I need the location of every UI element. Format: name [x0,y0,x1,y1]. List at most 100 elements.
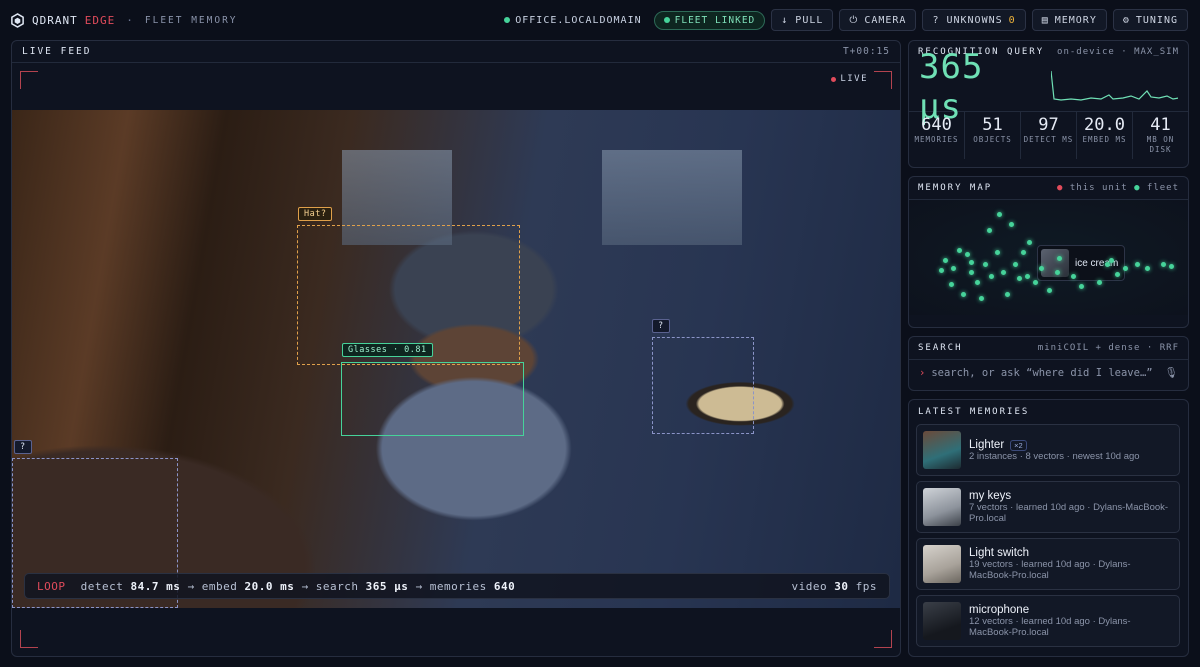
recognition-query-panel: RECOGNITION QUERY on-device · MAX_SIM 365… [908,40,1189,168]
memory-point[interactable] [1005,292,1010,297]
latency-display: 365 µs [909,47,1188,127]
memory-meta: 2 instances · 8 vectors · newest 10d ago [969,450,1140,462]
memory-point[interactable] [1169,264,1174,269]
memory-point[interactable] [1001,270,1006,275]
latest-memories-title: LATEST MEMORIES [918,407,1030,417]
memory-point[interactable] [939,268,944,273]
legend-fleet: fleet [1146,183,1179,193]
unknowns-button[interactable]: ? UNKNOWNS 0 [922,9,1026,31]
memory-point[interactable] [997,212,1002,217]
arrow: → [301,579,309,593]
fps-value: 30 [834,579,849,593]
pull-label: ↓ PULL [781,14,824,26]
memory-name: Lighter [969,438,1005,451]
qdrant-logo-icon [11,12,24,28]
memory-button[interactable]: ▤ MEMORY [1031,9,1107,31]
memory-point[interactable] [989,274,994,279]
memory-point[interactable] [1055,270,1060,275]
memory-point[interactable] [995,250,1000,255]
memory-point[interactable] [949,282,954,287]
microphone-icon[interactable]: 🎙 [1165,366,1178,379]
memory-item[interactable]: Light switch 19 vectors · learned 10d ag… [916,538,1180,590]
memory-thumbnail [923,431,961,469]
detect-label: detect [80,579,124,593]
live-feed-panel: LIVE FEED T+00:15 LIVE Hat? Glasses · 0.… [11,40,901,657]
brand-separator: · [126,13,134,27]
arrow: → [187,579,195,593]
memory-point[interactable] [961,292,966,297]
memory-point[interactable] [965,252,970,257]
fleet-label: FLEET LINKED [674,14,756,26]
memory-point[interactable] [1047,288,1052,293]
clock-detection-box[interactable] [652,337,754,434]
memory-point[interactable] [1057,256,1062,261]
video-fps: video 30 fps [792,580,878,593]
clock-tag: ? [652,319,670,333]
memory-thumbnail [923,488,961,526]
memory-point[interactable] [1109,258,1114,263]
live-indicator: LIVE [831,74,868,84]
memory-point[interactable] [1145,266,1150,271]
memory-item[interactable]: Lighter ×2 2 instances · 8 vectors · newe… [916,424,1180,476]
tuning-button[interactable]: ⚙ TUNING [1112,9,1188,31]
memory-point[interactable] [1027,240,1032,245]
memory-point[interactable] [943,258,948,263]
memory-point[interactable] [1017,276,1022,281]
memory-point[interactable] [987,228,992,233]
memory-point[interactable] [969,270,974,275]
loop-stats-bar: LOOP detect 84.7 ms → embed 20.0 ms → se… [24,573,890,599]
search-meta: miniCOIL + dense · RRF [1037,343,1179,353]
memory-point[interactable] [1135,262,1140,267]
memory-map-canvas[interactable]: ice cream [909,199,1188,315]
search-placeholder: search, or ask “where did I leave…” [931,366,1153,379]
memory-meta: 7 vectors · learned 10d ago · Dylans-Mac… [969,502,1169,524]
search-input[interactable]: › search, or ask “where did I leave…” 🎙 [909,359,1188,385]
camera-button[interactable]: ⏻ CAMERA [839,9,917,31]
latest-memories-panel: LATEST MEMORIES Lighter ×2 2 instances · … [908,399,1189,657]
memory-point[interactable] [1123,266,1128,271]
prompt-caret-icon: › [919,366,926,379]
memory-point[interactable] [1009,222,1014,227]
memory-item[interactable]: microphone 12 vectors · learned 10d ago … [916,595,1180,647]
stat-disk: 41 MB ON DISK [1133,112,1188,159]
pull-button[interactable]: ↓ PULL [771,9,834,31]
memory-map-panel: MEMORY MAP ● this unit ● fleet ice cream [908,176,1189,328]
memory-point[interactable] [1033,280,1038,285]
memory-point[interactable] [1025,274,1030,279]
memory-point[interactable] [1115,272,1120,277]
fleet-linked-badge[interactable]: FLEET LINKED [653,10,766,30]
memory-point[interactable] [1071,274,1076,279]
memory-point[interactable] [983,262,988,267]
memory-point[interactable] [957,248,962,253]
memory-point[interactable] [1161,262,1166,267]
memory-label: MEMORY [1054,14,1097,26]
memory-point[interactable] [951,266,956,271]
memory-point[interactable] [1079,284,1084,289]
memory-point[interactable] [1105,262,1110,267]
memory-point[interactable] [979,296,984,301]
loop-metrics: LOOP detect 84.7 ms → embed 20.0 ms → se… [37,580,515,593]
search-panel: SEARCH miniCOIL + dense · RRF › search, o… [908,336,1189,391]
memory-point[interactable] [969,260,974,265]
database-icon: ▤ [1041,14,1049,26]
live-feed-title: LIVE FEED [22,46,92,57]
query-stats: 640 MEMORIES 51 OBJECTS 97 DETECT MS 20.0 EM… [909,111,1188,159]
memory-point[interactable] [1013,262,1018,267]
memory-point[interactable] [1097,280,1102,285]
stat-value: 20.0 [1084,115,1125,135]
video-label: video [791,579,828,593]
stat-label: OBJECTS [973,135,1012,144]
memory-name: Light switch [969,547,1030,559]
glasses-detection-box[interactable] [341,362,524,436]
instance-badge: ×2 [1010,439,1027,451]
stat-label: MEMORIES [914,135,959,144]
memory-point[interactable] [1039,266,1044,271]
memory-item[interactable]: my keys 7 vectors · learned 10d ago · Dy… [916,481,1180,533]
map-popup[interactable]: ice cream [1037,245,1125,281]
live-label: LIVE [840,74,868,84]
memory-point[interactable] [975,280,980,285]
embed-label: embed [201,579,238,593]
live-dot-icon [831,76,837,82]
memory-point[interactable] [1021,250,1026,255]
camera-video[interactable]: Hat? Glasses · 0.81 ? ? [12,110,900,608]
